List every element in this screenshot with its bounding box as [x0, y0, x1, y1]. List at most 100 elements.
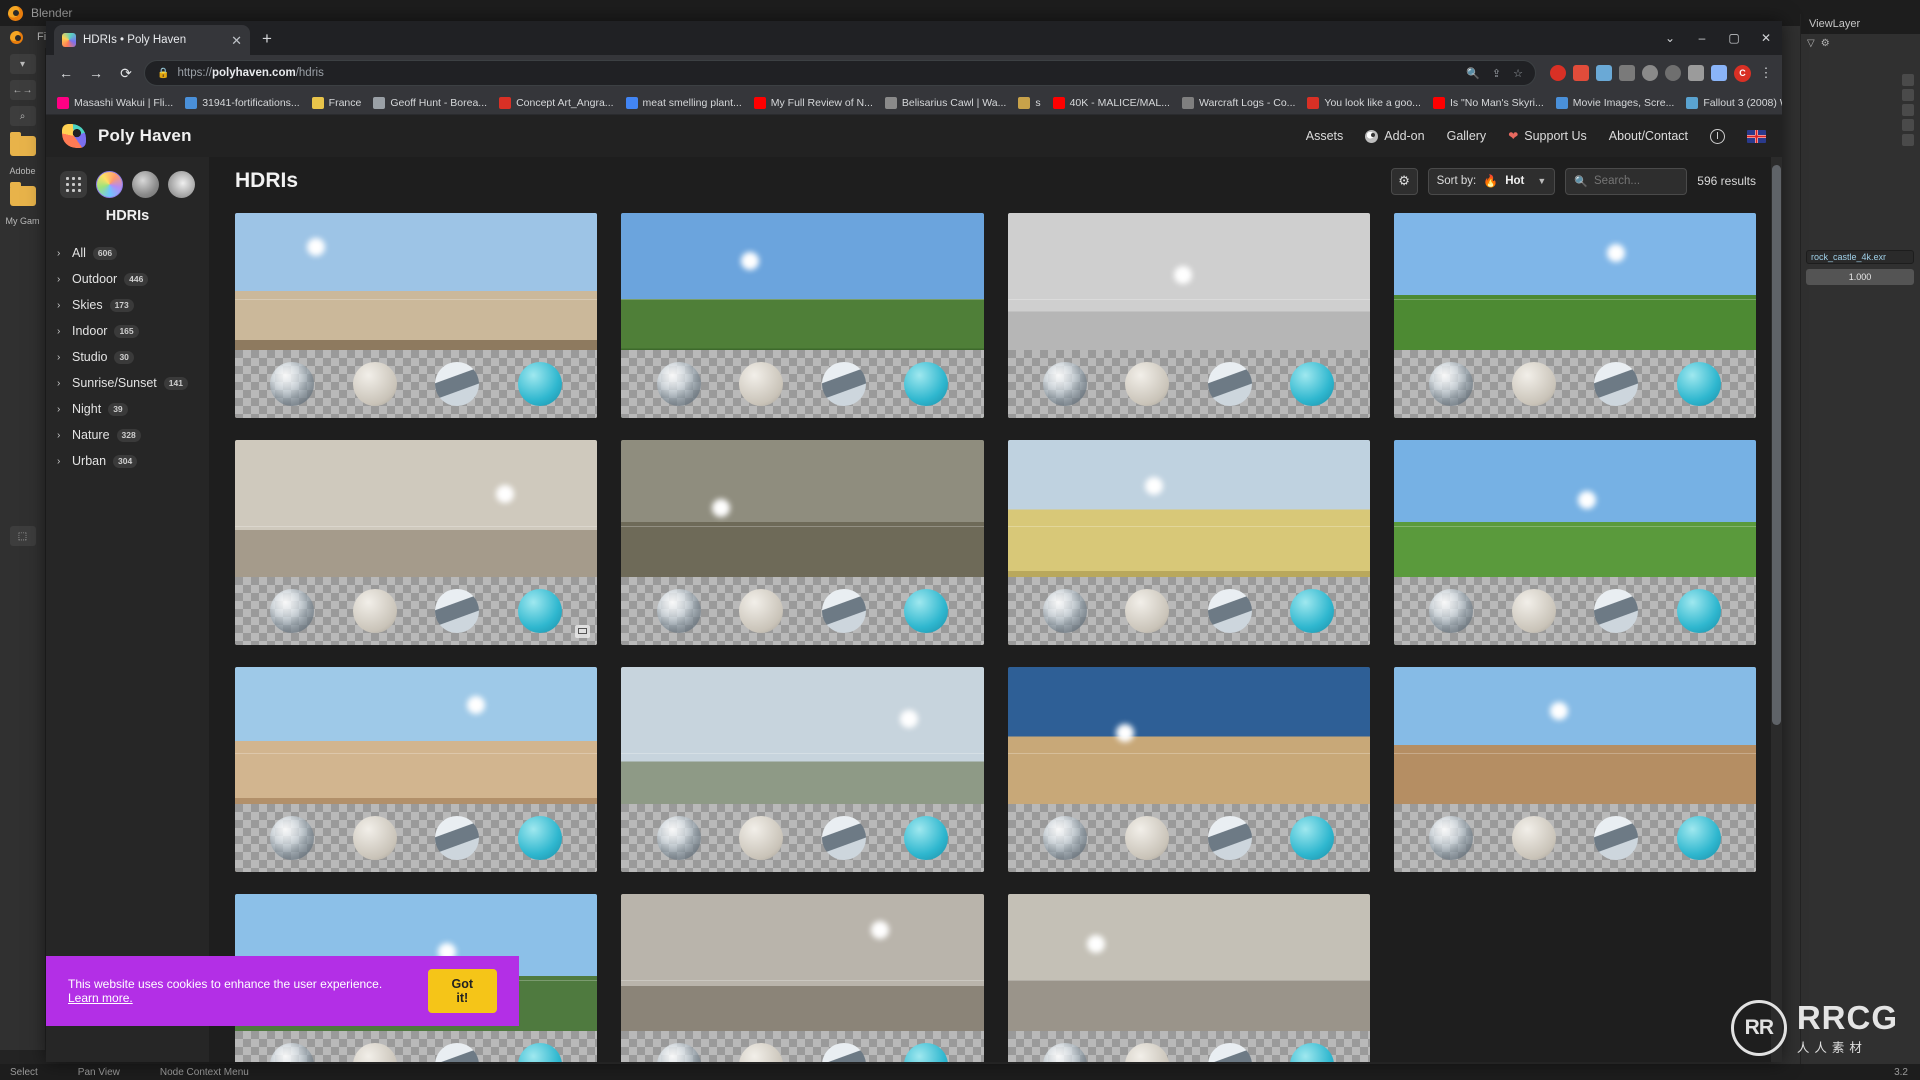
polyhaven-logo-icon[interactable]: [62, 124, 86, 148]
bookmark-item[interactable]: Is "No Man's Skyri...: [1428, 95, 1549, 111]
sidebar-item-studio[interactable]: › Studio 30: [53, 344, 209, 370]
bookmark-item[interactable]: 31941-fortifications...: [180, 95, 304, 111]
sidebar-item-skies[interactable]: › Skies 173: [53, 292, 209, 318]
nav-support-us[interactable]: ❤ Support Us: [1508, 129, 1587, 143]
extension-icon-cast[interactable]: [1711, 65, 1727, 81]
site-brand[interactable]: Poly Haven: [98, 126, 192, 146]
blender-property-icon[interactable]: [1902, 74, 1914, 86]
blender-property-icon[interactable]: [1902, 119, 1914, 131]
sidebar-item-sunrise-sunset[interactable]: › Sunrise/Sunset 141: [53, 370, 209, 396]
asset-card[interactable]: [1393, 213, 1756, 418]
address-bar[interactable]: 🔒 https://polyhaven.com/hdris 🔍 ⇪ ☆: [144, 60, 1536, 86]
forward-icon[interactable]: →: [84, 61, 108, 85]
blender-search-icon[interactable]: ⌕: [9, 106, 36, 126]
asset-card[interactable]: [235, 667, 598, 872]
minimize-button[interactable]: –: [1686, 23, 1718, 53]
bookmark-item[interactable]: 40K - MALICE/MAL...: [1048, 95, 1175, 111]
watermark: RR RRCG 人人素材: [1730, 1000, 1898, 1056]
bookmark-item[interactable]: Warcraft Logs - Co...: [1177, 95, 1300, 111]
extension-icon-video[interactable]: [1596, 65, 1612, 81]
nav-addon[interactable]: Add-on: [1365, 129, 1425, 143]
reload-icon[interactable]: ⟳: [114, 61, 138, 85]
chrome-menu-icon[interactable]: ⋮: [1758, 65, 1774, 81]
new-tab-button[interactable]: +: [262, 29, 272, 49]
sidebar-item-all[interactable]: › All 606: [53, 240, 209, 266]
bookmark-item[interactable]: Belisarius Cawl | Wa...: [880, 95, 1011, 111]
sidebar-item-night[interactable]: › Night 39: [53, 396, 209, 422]
bookmark-item[interactable]: My Full Review of N...: [749, 95, 878, 111]
blender-version: 3.2: [1894, 1066, 1908, 1078]
extension-icon-shield[interactable]: [1665, 65, 1681, 81]
blender-nav-arrows[interactable]: ←→: [9, 80, 36, 100]
hdri-icon[interactable]: [96, 171, 123, 198]
textures-icon[interactable]: [132, 171, 159, 198]
blender-property-icon[interactable]: [1902, 89, 1914, 101]
blender-folder-icon-adobe[interactable]: [9, 132, 36, 156]
chevron-down-icon[interactable]: ⌄: [1654, 23, 1686, 53]
sidebar-item-urban[interactable]: › Urban 304: [53, 448, 209, 474]
models-icon[interactable]: [168, 171, 195, 198]
search-box[interactable]: 🔍: [1565, 167, 1688, 195]
uk-flag-icon[interactable]: [1747, 129, 1766, 143]
bookmark-star-icon[interactable]: ☆: [1513, 67, 1523, 80]
asset-card[interactable]: [1393, 667, 1756, 872]
blender-filter-row[interactable]: ▽ ⚙: [1801, 34, 1920, 52]
extension-icon-clock[interactable]: [1642, 65, 1658, 81]
login-icon[interactable]: [1710, 128, 1725, 144]
cookie-accept-button[interactable]: Got it!: [427, 969, 497, 1013]
extension-icon-adblock[interactable]: [1550, 65, 1566, 81]
search-input[interactable]: [1594, 175, 1679, 187]
asset-card[interactable]: [1007, 440, 1370, 645]
nav-about-contact[interactable]: About/Contact: [1609, 129, 1688, 143]
search-icon[interactable]: 🔍: [1466, 67, 1480, 80]
bookmark-item[interactable]: France: [307, 95, 367, 111]
blender-property-icon[interactable]: [1902, 134, 1914, 146]
browser-tab-polyhaven[interactable]: HDRIs • Poly Haven ✕: [54, 25, 250, 55]
scrollbar-thumb[interactable]: [1772, 165, 1781, 725]
share-icon[interactable]: ⇪: [1492, 67, 1501, 80]
bookmark-item[interactable]: Fallout 3 (2008) Wi...: [1681, 95, 1782, 111]
window-close-button[interactable]: ✕: [1750, 23, 1782, 53]
close-icon[interactable]: ✕: [231, 34, 242, 47]
asset-card[interactable]: [235, 213, 598, 418]
apps-grid-icon[interactable]: [60, 171, 87, 198]
bookmark-item[interactable]: Geoff Hunt - Borea...: [368, 95, 492, 111]
blender-strength-field[interactable]: 1.000: [1806, 269, 1914, 285]
metal-sphere: [1207, 816, 1252, 860]
blender-image-file-field[interactable]: rock_castle_4k.exr: [1806, 250, 1914, 264]
asset-card[interactable]: [1007, 667, 1370, 872]
sort-dropdown[interactable]: Sort by: 🔥 Hot ▼: [1427, 167, 1556, 195]
back-icon[interactable]: ←: [54, 61, 78, 85]
bookmark-item[interactable]: Movie Images, Scre...: [1551, 95, 1680, 111]
asset-card[interactable]: [235, 440, 598, 645]
asset-card[interactable]: [621, 213, 984, 418]
extension-icon-notes[interactable]: [1619, 65, 1635, 81]
asset-card[interactable]: [1007, 213, 1370, 418]
bookmark-item[interactable]: Masashi Wakui | Fli...: [52, 95, 178, 111]
asset-card[interactable]: [1007, 894, 1370, 1062]
nav-assets[interactable]: Assets: [1306, 129, 1344, 143]
bookmark-item[interactable]: s: [1013, 95, 1045, 111]
profile-avatar[interactable]: C: [1734, 64, 1751, 82]
asset-card[interactable]: [621, 894, 984, 1062]
blender-transform-icon[interactable]: ⬚: [9, 526, 36, 546]
bookmark-item[interactable]: Concept Art_Angra...: [494, 95, 618, 111]
blender-folder-dropdown[interactable]: ▾: [9, 54, 36, 74]
maximize-button[interactable]: ▢: [1718, 23, 1750, 53]
nav-gallery[interactable]: Gallery: [1447, 129, 1487, 143]
sidebar-item-nature[interactable]: › Nature 328: [53, 422, 209, 448]
asset-card[interactable]: [1393, 440, 1756, 645]
cookie-learn-more-link[interactable]: Learn more.: [68, 991, 133, 1005]
bookmark-item[interactable]: You look like a goo...: [1302, 95, 1426, 111]
extension-icon-puzzle[interactable]: [1688, 65, 1704, 81]
page-scrollbar[interactable]: [1771, 157, 1782, 1062]
asset-card[interactable]: [621, 667, 984, 872]
gear-icon[interactable]: ⚙: [1390, 167, 1418, 195]
blender-folder-icon-games[interactable]: [9, 182, 36, 206]
bookmark-item[interactable]: meat smelling plant...: [621, 95, 747, 111]
asset-card[interactable]: [621, 440, 984, 645]
sidebar-item-indoor[interactable]: › Indoor 165: [53, 318, 209, 344]
sidebar-item-outdoor[interactable]: › Outdoor 446: [53, 266, 209, 292]
extension-icon-pocket[interactable]: [1573, 65, 1589, 81]
blender-property-icon[interactable]: [1902, 104, 1914, 116]
